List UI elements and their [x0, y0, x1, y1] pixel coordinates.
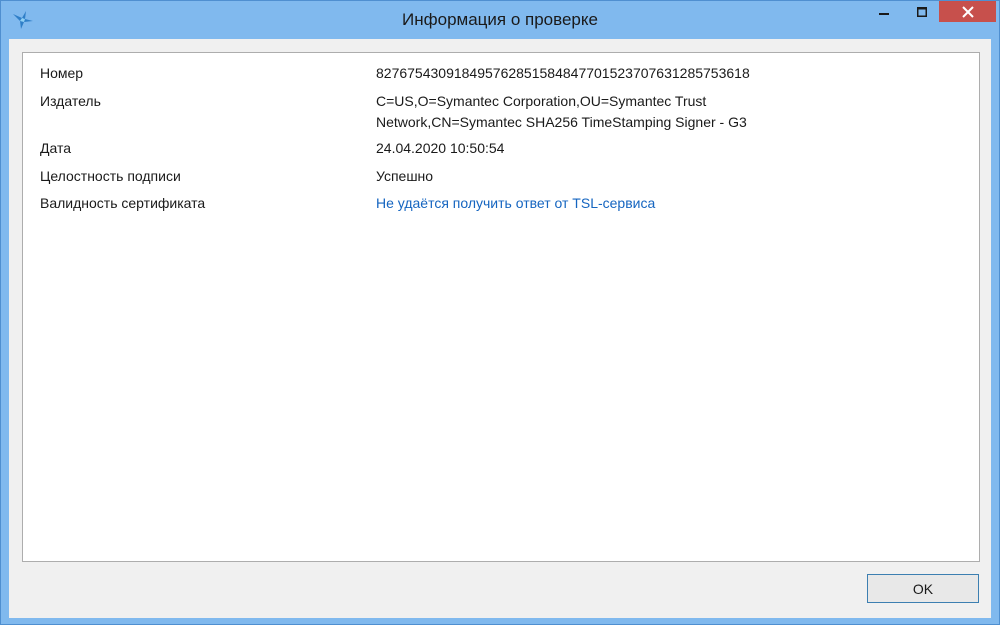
minimize-icon	[879, 12, 889, 15]
signature-integrity-label: Целостность подписи	[40, 168, 181, 184]
minimize-button[interactable]	[863, 1, 905, 22]
issuer-value-line1: C=US,O=Symantec Corporation,OU=Symantec …	[376, 93, 707, 109]
issuer-value-line2: Network,CN=Symantec SHA256 TimeStamping …	[376, 114, 747, 130]
ok-button[interactable]: OK	[867, 574, 979, 603]
verification-details-panel: Номер 8276754309184957628515848477015237…	[22, 52, 980, 562]
window-title: Информация о проверке	[402, 10, 598, 29]
maximize-icon	[917, 6, 927, 17]
maximize-button[interactable]	[905, 1, 939, 22]
issuer-label: Издатель	[40, 93, 101, 109]
close-icon	[961, 5, 974, 18]
date-value: 24.04.2020 10:50:54	[376, 140, 505, 156]
signature-integrity-value: Успешно	[376, 168, 434, 184]
title-bar[interactable]: Информация о проверке	[1, 1, 999, 39]
number-value: 8276754309184957628515848477015237076312…	[376, 65, 750, 81]
date-label: Дата	[40, 140, 72, 156]
certificate-validity-label: Валидность сертификата	[40, 195, 206, 211]
certificate-validity-link[interactable]: Не удаётся получить ответ от TSL-сервиса	[376, 193, 796, 214]
close-button[interactable]	[939, 1, 996, 22]
issuer-value: C=US,O=Symantec Corporation,OU=Symantec …	[376, 91, 796, 133]
number-label: Номер	[40, 65, 84, 81]
dialog-window: Информация о проверке Номер 827675430918…	[0, 0, 1000, 625]
dialog-body: Номер 8276754309184957628515848477015237…	[9, 39, 991, 618]
